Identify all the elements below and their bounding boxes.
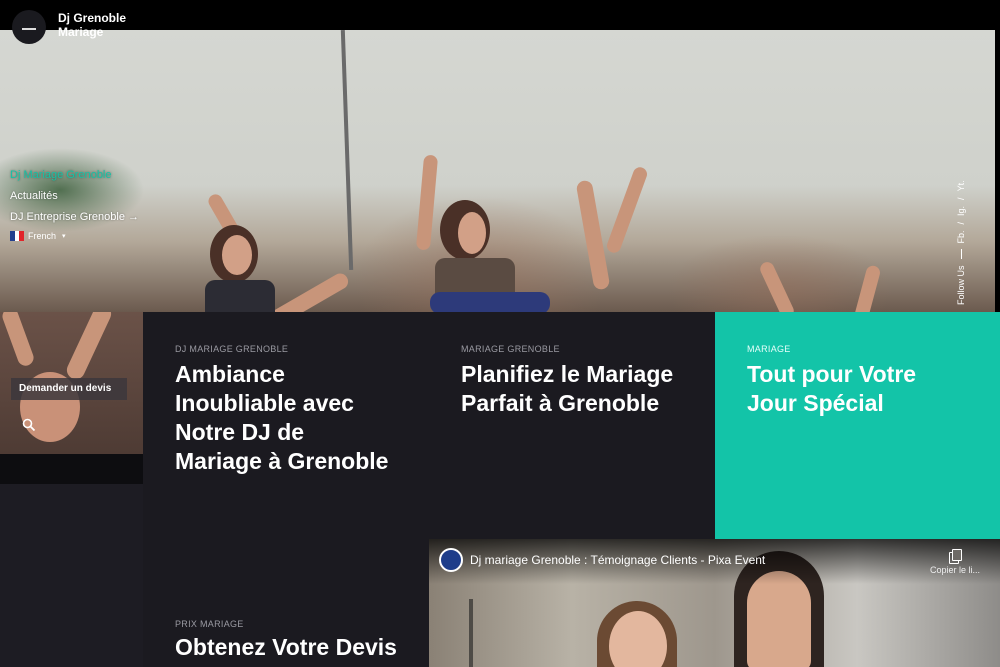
nav-item-actualites[interactable]: Actualités	[10, 189, 139, 203]
top-bar	[0, 0, 1000, 30]
nav-item-dj-entreprise-grenoble[interactable]: DJ Entreprise Grenoble →	[10, 210, 139, 224]
card-jour-special[interactable]: MARIAGE Tout pour Votre Jour Spécial	[715, 312, 1000, 539]
video-background-shape	[469, 599, 473, 667]
chevron-down-icon: ▾	[62, 233, 66, 240]
social-follow-bar: Follow Us Fb. / Ig. / Yt.	[954, 150, 968, 305]
video-person-face	[747, 571, 811, 667]
site-logo-text[interactable]: Dj Grenoble Mariage	[58, 11, 126, 39]
social-link-instagram[interactable]: Ig.	[956, 206, 966, 216]
request-quote-button[interactable]: Demander un devis	[11, 378, 127, 400]
hero-face	[222, 235, 252, 275]
copy-link-icon	[948, 549, 962, 564]
card-title: Ambiance Inoubliable avec Notre DJ de Ma…	[175, 361, 389, 474]
left-dark-band	[0, 454, 143, 484]
hero-arm	[265, 270, 351, 312]
language-selector[interactable]: French ▾	[10, 231, 139, 241]
language-label: French	[28, 231, 57, 241]
hero-crowd-image	[0, 30, 995, 312]
card-kicker: PRIX MARIAGE	[175, 619, 244, 629]
france-flag-icon	[10, 231, 25, 241]
divider	[960, 249, 962, 260]
hero-arm	[605, 165, 649, 255]
separator: /	[956, 221, 966, 225]
card-kicker: DJ MARIAGE GRENOBLE	[175, 344, 289, 354]
card-title: Obtenez Votre Devis	[175, 634, 397, 660]
search-icon[interactable]	[22, 418, 36, 432]
hero-pole-shape	[340, 30, 354, 270]
hero-crowd-surfer	[430, 292, 550, 312]
card-title: Tout pour Votre Jour Spécial	[747, 361, 917, 416]
hero-arm	[852, 264, 882, 312]
youtube-video-embed[interactable]: Dj mariage Grenoble : Témoignage Clients…	[429, 539, 1000, 667]
hero-arm	[0, 312, 36, 368]
brand-line-1: Dj Grenoble	[58, 11, 127, 25]
card-devis[interactable]: PRIX MARIAGE Obtenez Votre Devis	[143, 539, 429, 667]
hero-arm	[757, 259, 797, 312]
hero-arm	[415, 154, 439, 251]
follow-us-label: Follow Us	[956, 265, 966, 305]
copy-link-button[interactable]: Copier le li...	[930, 549, 980, 575]
hero-arm	[575, 179, 611, 291]
card-kicker: MARIAGE	[747, 344, 791, 354]
social-link-facebook[interactable]: Fb.	[956, 230, 966, 243]
hero-arm	[63, 312, 115, 383]
hero-face	[458, 212, 486, 254]
card-planifiez[interactable]: MARIAGE GRENOBLE Planifiez le Mariage Pa…	[429, 312, 715, 539]
social-link-youtube[interactable]: Yt.	[956, 180, 966, 191]
card-ambiance[interactable]: DJ MARIAGE GRENOBLE Ambiance Inoubliable…	[143, 312, 429, 539]
hero-body	[205, 280, 275, 312]
channel-avatar-icon[interactable]	[439, 548, 463, 572]
brand-line-2: Mariage	[58, 25, 104, 39]
separator: /	[956, 197, 966, 200]
video-title[interactable]: Dj mariage Grenoble : Témoignage Clients…	[470, 553, 765, 567]
left-bottom-panel	[0, 484, 143, 667]
card-kicker: MARIAGE GRENOBLE	[461, 344, 560, 354]
nav-item-dj-mariage-grenoble[interactable]: Dj Mariage Grenoble	[10, 168, 139, 182]
copy-link-label: Copier le li...	[929, 565, 980, 575]
side-navigation: Dj Mariage Grenoble Actualités DJ Entrep…	[10, 168, 139, 241]
card-title: Planifiez le Mariage Parfait à Grenoble	[461, 361, 674, 416]
hamburger-menu-icon[interactable]	[12, 10, 46, 44]
